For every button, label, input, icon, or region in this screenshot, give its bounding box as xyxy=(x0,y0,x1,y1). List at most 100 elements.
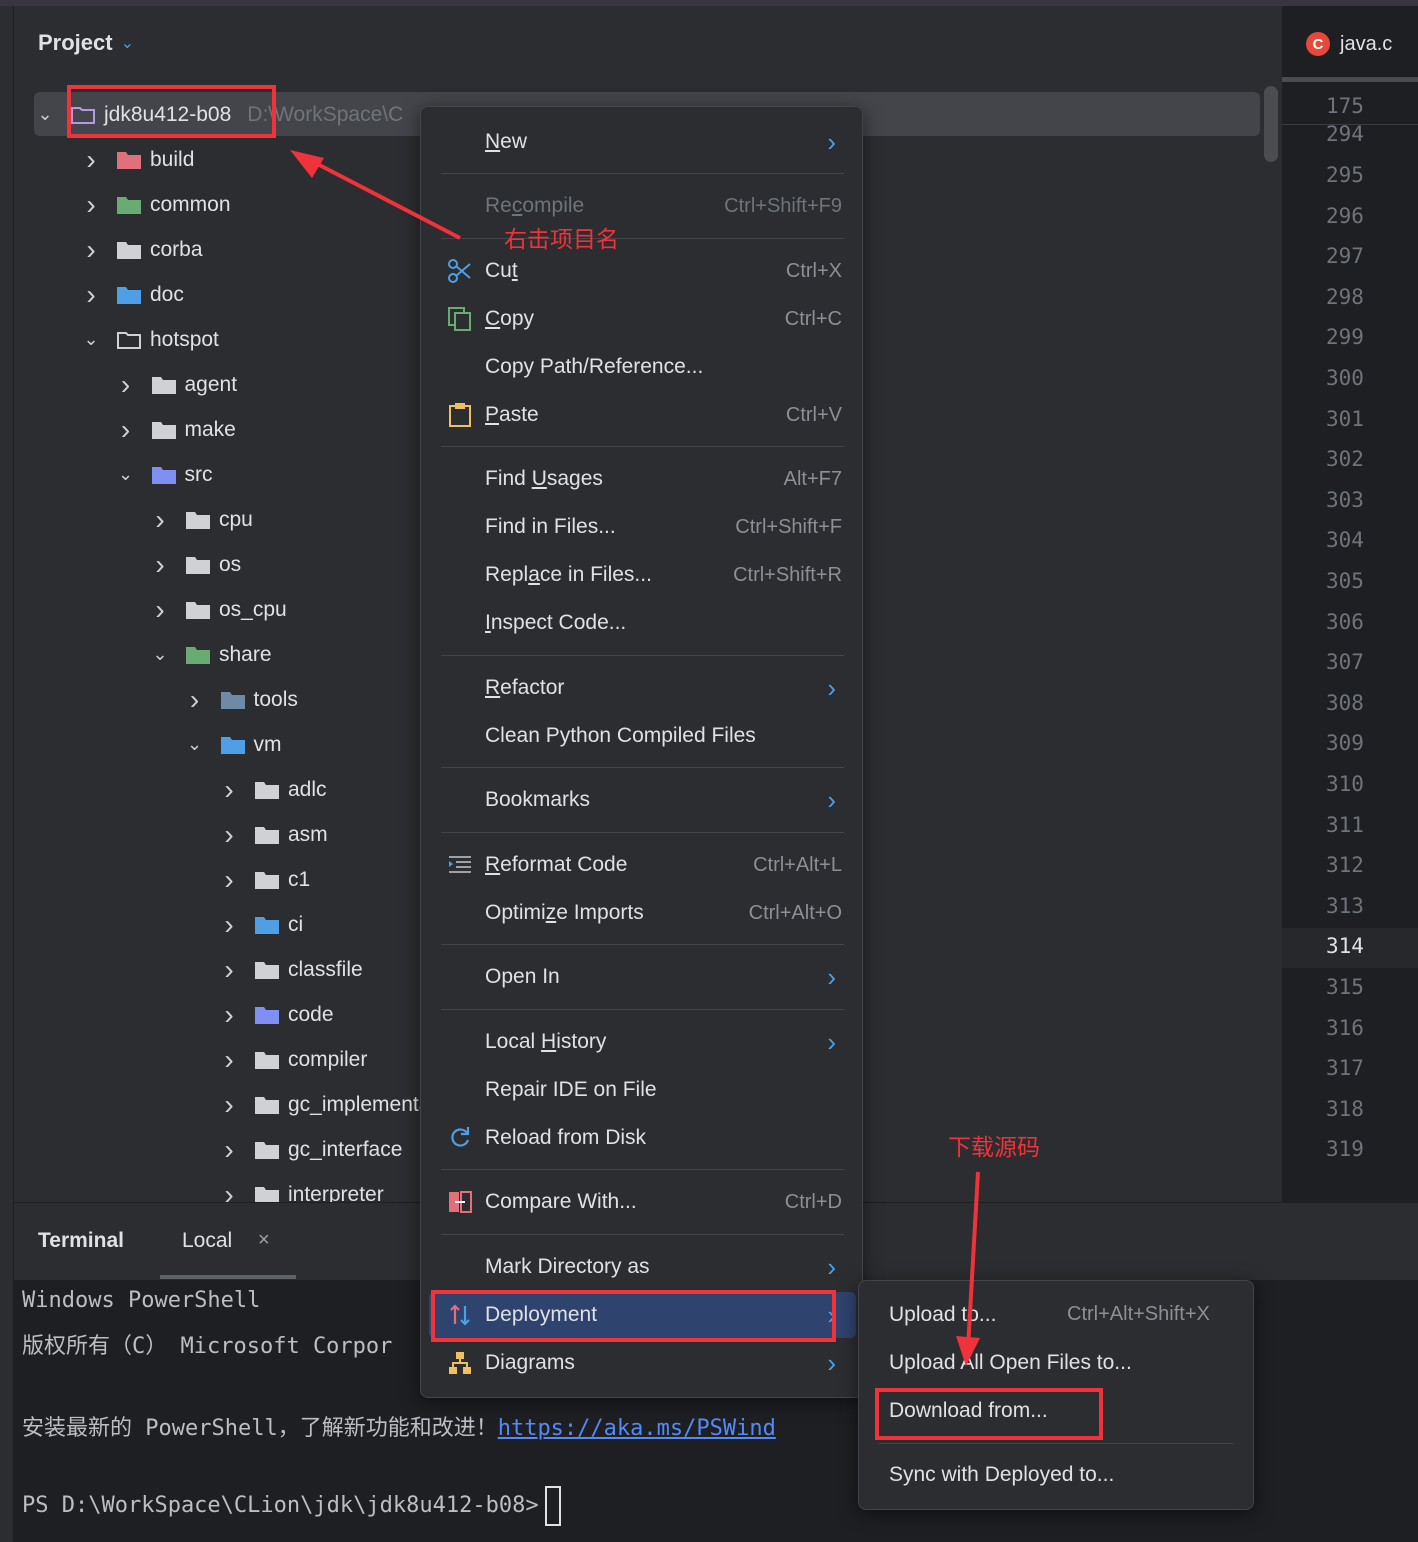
tree-item[interactable]: › doc xyxy=(80,272,184,317)
menu-item-reload-from-disk[interactable]: Reload from Disk xyxy=(429,1115,856,1161)
terminal-tab-local[interactable]: Local xyxy=(182,1229,232,1253)
terminal-line: 版权所有（C） Microsoft Corpor xyxy=(22,1334,393,1359)
close-icon[interactable]: × xyxy=(258,1229,270,1252)
folder-icon xyxy=(185,600,211,620)
tree-item[interactable]: › os_cpu xyxy=(149,587,286,632)
chevron-right-icon[interactable]: › xyxy=(80,189,102,221)
tree-item[interactable]: › ci xyxy=(218,902,303,947)
menu-separator xyxy=(441,832,844,833)
tree-item[interactable]: › classfile xyxy=(218,947,362,992)
tree-item[interactable]: › interpreter xyxy=(218,1172,384,1202)
line-number: 314 xyxy=(1326,934,1364,959)
tree-item-label: build xyxy=(150,147,195,171)
menu-item-compare-with[interactable]: Compare With... Ctrl+D xyxy=(429,1179,856,1225)
chevron-right-icon[interactable]: › xyxy=(218,954,240,986)
menu-item-upload-all[interactable]: Upload All Open Files to... xyxy=(889,1351,1132,1375)
chevron-down-icon[interactable]: ⌄ xyxy=(80,329,102,350)
tree-item[interactable]: › os xyxy=(149,542,241,587)
chevron-right-icon[interactable]: › xyxy=(218,864,240,896)
folder-resources-icon xyxy=(185,645,211,665)
chevron-right-icon[interactable]: › xyxy=(115,414,137,446)
line-number: 300 xyxy=(1326,366,1364,390)
menu-item-paste[interactable]: Paste Ctrl+V xyxy=(429,392,856,438)
chevron-right-icon[interactable]: › xyxy=(149,504,171,536)
menu-item-optimize-imports[interactable]: Optimize Imports Ctrl+Alt+O xyxy=(429,890,856,936)
chevron-right-icon[interactable]: › xyxy=(149,594,171,626)
tree-item[interactable]: › make xyxy=(115,407,236,452)
chevron-right-icon[interactable]: › xyxy=(80,279,102,311)
chevron-down-icon[interactable]: ⌄ xyxy=(149,644,171,665)
chevron-right-icon[interactable]: › xyxy=(218,774,240,806)
tree-item[interactable]: ⌄ vm xyxy=(184,722,282,767)
chevron-down-icon[interactable]: ⌄ xyxy=(184,734,206,755)
chevron-right-icon[interactable]: › xyxy=(218,1089,240,1121)
line-number: 316 xyxy=(1326,1015,1364,1040)
folder-excluded-icon xyxy=(116,150,142,170)
menu-item-label: Refactor xyxy=(485,676,565,699)
tree-item[interactable]: ⌄ share xyxy=(149,632,271,677)
chevron-right-icon: › xyxy=(827,672,836,703)
menu-item-reformat-code[interactable]: Reformat Code Ctrl+Alt+L xyxy=(429,842,856,888)
tree-item[interactable]: › compiler xyxy=(218,1037,367,1082)
project-view-selector[interactable]: Project ⌄ xyxy=(38,30,134,56)
menu-separator xyxy=(879,1443,1233,1444)
menu-item-inspect-code[interactable]: Inspect Code... xyxy=(429,600,856,646)
chevron-right-icon[interactable]: › xyxy=(218,1179,240,1203)
tree-item[interactable]: › corba xyxy=(80,227,202,272)
menu-item-bookmarks[interactable]: Bookmarks › xyxy=(429,777,856,823)
chevron-right-icon[interactable]: › xyxy=(218,999,240,1031)
menu-item-local-history[interactable]: Local History › xyxy=(429,1019,856,1065)
menu-item-label: Upload to... xyxy=(889,1303,997,1326)
menu-item-open-in[interactable]: Open In › xyxy=(429,954,856,1000)
menu-item-find-in-files[interactable]: Find in Files... Ctrl+Shift+F xyxy=(429,504,856,550)
chevron-down-icon[interactable]: ⌄ xyxy=(115,464,137,485)
menu-item-find-usages[interactable]: Find Usages Alt+F7 xyxy=(429,456,856,502)
chevron-right-icon[interactable]: › xyxy=(218,1044,240,1076)
chevron-right-icon[interactable]: › xyxy=(218,909,240,941)
menu-item-upload-to[interactable]: Upload to... Ctrl+Alt+Shift+X xyxy=(889,1303,1210,1327)
menu-item-shortcut: Ctrl+Alt+L xyxy=(753,853,842,876)
chevron-right-icon[interactable]: › xyxy=(218,819,240,851)
chevron-right-icon[interactable]: › xyxy=(80,144,102,176)
editor-tab[interactable]: C java.c xyxy=(1306,32,1392,56)
tree-item[interactable]: › common xyxy=(80,182,230,227)
menu-item-cut[interactable]: Cut Ctrl+X xyxy=(429,248,856,294)
tree-item[interactable]: › gc_interface xyxy=(218,1127,402,1172)
menu-item-copy[interactable]: Copy Ctrl+C xyxy=(429,296,856,342)
terminal-cursor[interactable] xyxy=(544,1486,561,1526)
menu-item-replace-in-files[interactable]: Replace in Files... Ctrl+Shift+R xyxy=(429,552,856,598)
folder-icon xyxy=(254,1185,280,1202)
menu-item-repair-ide-on-file[interactable]: Repair IDE on File xyxy=(429,1067,856,1113)
chevron-right-icon[interactable]: › xyxy=(184,684,206,716)
menu-item-copy-path-reference[interactable]: Copy Path/Reference... xyxy=(429,344,856,390)
folder-open-icon xyxy=(116,330,142,350)
tree-item[interactable]: › cpu xyxy=(149,497,253,542)
menu-item-diagrams[interactable]: Diagrams › xyxy=(429,1340,856,1386)
menu-item-recompile[interactable]: Recompile Ctrl+Shift+F9 xyxy=(429,183,856,229)
menu-item-clean-python-compiled-files[interactable]: Clean Python Compiled Files xyxy=(429,713,856,759)
menu-item-refactor[interactable]: Refactor › xyxy=(429,665,856,711)
menu-item-mark-directory-as[interactable]: Mark Directory as › xyxy=(429,1244,856,1290)
tree-item[interactable]: › adlc xyxy=(218,767,326,812)
tree-item[interactable]: ⌄ src xyxy=(115,452,213,497)
chevron-right-icon[interactable]: › xyxy=(115,369,137,401)
chevron-right-icon[interactable]: › xyxy=(218,1134,240,1166)
chevron-right-icon[interactable]: › xyxy=(149,549,171,581)
tree-item[interactable]: › c1 xyxy=(218,857,310,902)
tree-item[interactable]: › asm xyxy=(218,812,328,857)
tree-item[interactable]: › code xyxy=(218,992,333,1037)
terminal-link[interactable]: https://aka.ms/PSWind xyxy=(498,1416,776,1441)
menu-item-label: Mark Directory as xyxy=(485,1255,650,1278)
tree-item[interactable]: ⌄ hotspot xyxy=(80,317,218,362)
chevron-right-icon[interactable]: › xyxy=(80,234,102,266)
tree-item[interactable]: › tools xyxy=(184,677,298,722)
tree-item[interactable]: › agent xyxy=(115,362,237,407)
tree-scrollbar[interactable] xyxy=(1264,86,1278,162)
menu-separator xyxy=(441,655,844,656)
menu-item-new[interactable]: New › xyxy=(429,119,856,165)
chevron-down-icon[interactable]: ⌄ xyxy=(34,104,56,125)
menu-item-sync-with-deployed[interactable]: Sync with Deployed to... xyxy=(889,1463,1114,1487)
menu-item-label: New xyxy=(485,130,528,153)
tree-item[interactable]: › build xyxy=(80,137,194,182)
tree-item-label: asm xyxy=(288,822,328,846)
